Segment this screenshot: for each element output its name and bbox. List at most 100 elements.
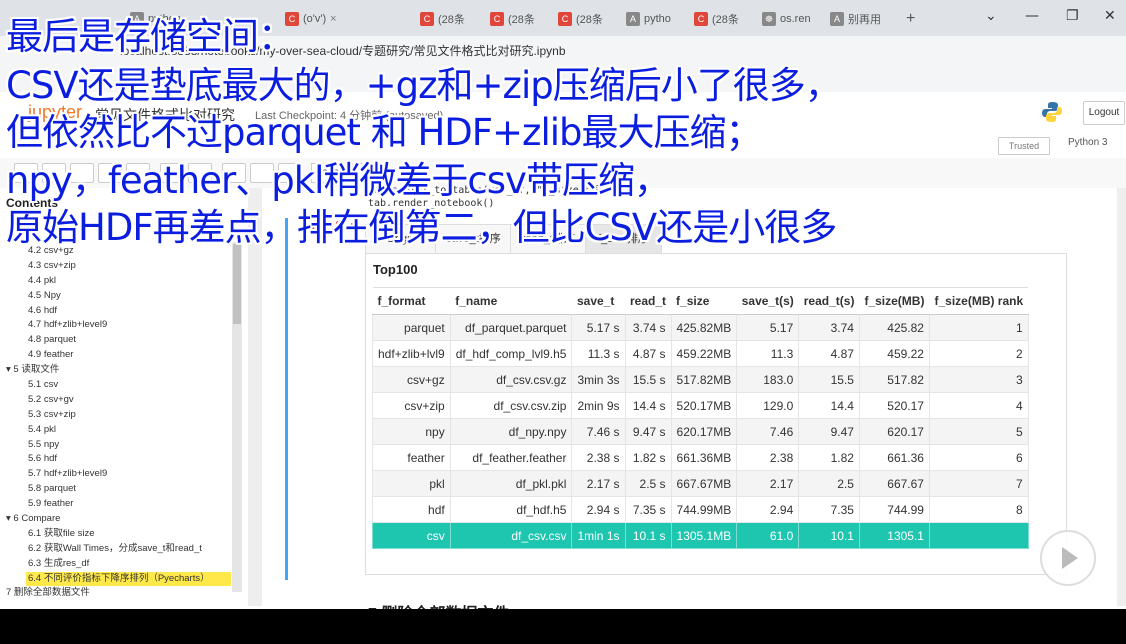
toc-item[interactable]: 5.4 pkl (6, 423, 231, 438)
table-cell: feather (372, 444, 451, 471)
table-cell: 5 (928, 418, 1029, 445)
table-body: parquet df_parquet.parquet 5.17 s 3.74 s 425… (372, 314, 1029, 549)
table-cell: 7 (928, 470, 1029, 497)
toc-item[interactable]: 6.1 获取file size (6, 527, 231, 542)
toc-item[interactable]: 6.3 生成res_df (6, 557, 231, 572)
table-row: parquet df_parquet.parquet 5.17 s 3.74 s 425… (372, 314, 1029, 341)
caption-line: CSV还是垫底最大的，+gz和+zip压缩后小了很多， (6, 64, 842, 107)
toc-item[interactable]: ▾ 6 Compare (6, 512, 231, 527)
tab-favicon-icon: C (558, 12, 572, 26)
toc-item[interactable]: 4.3 csv+zip (6, 259, 231, 274)
toc-item[interactable]: ▾ 5 读取文件 (6, 363, 231, 378)
column-header[interactable]: read_t (625, 287, 672, 315)
caption-line: 最后是存储空间： (6, 15, 295, 58)
table-cell: npy (372, 418, 451, 445)
column-header[interactable]: f_name (450, 287, 572, 315)
new-tab-button[interactable]: + (906, 7, 926, 31)
table-cell: df_pkl.pkl (449, 470, 573, 497)
toc-item[interactable]: 5.2 csv+gv (6, 393, 231, 408)
table-cell: csv+gz (372, 366, 451, 393)
toc-item[interactable]: 4.9 feather (6, 348, 231, 363)
table-cell: 2 (928, 340, 1029, 367)
table-cell: 11.3 s (571, 340, 626, 367)
table-cell: 9.47 (798, 418, 860, 445)
minimize-icon[interactable]: — (1025, 8, 1039, 24)
table-cell: 10.1 s (624, 522, 672, 549)
toc-item[interactable]: 5.7 hdf+zlib+level9 (6, 467, 231, 482)
browser-tab[interactable]: Apytho (626, 7, 686, 31)
toc-item[interactable]: 4.4 pkl (6, 274, 231, 289)
table-cell: 5.17 (736, 314, 800, 341)
close-icon[interactable]: × (330, 13, 336, 25)
toc-item[interactable]: 7 删除全部数据文件 (6, 586, 231, 601)
column-header[interactable]: save_t (571, 287, 625, 315)
maximize-icon[interactable]: ❐ (1066, 8, 1079, 24)
toc-item[interactable]: 4.6 hdf (6, 304, 231, 319)
table-cell: 3 (928, 366, 1029, 393)
selected-cell-indicator (285, 218, 288, 580)
table-cell: 10.1 (798, 522, 860, 549)
toc-item[interactable]: 5.3 csv+zip (6, 408, 231, 423)
table-cell: 667.67MB (670, 470, 738, 497)
table-cell: 459.22 (858, 340, 930, 367)
column-header[interactable]: f_size (671, 287, 737, 315)
table-cell: 2.5 (798, 470, 860, 497)
caption-line: npy，feather、pkl稍微差于csv带压缩， (6, 159, 671, 202)
table-cell: 2.5 s (624, 470, 672, 497)
table-cell: 2.38 s (571, 444, 626, 471)
browser-tab[interactable]: C (28条 (490, 7, 550, 31)
toc-item[interactable]: 5.9 feather (6, 497, 231, 512)
trusted-indicator[interactable]: Trusted (998, 137, 1050, 155)
table-cell: 183.0 (736, 366, 800, 393)
logout-button[interactable]: Logout (1083, 101, 1125, 125)
table-cell: 1 (928, 314, 1029, 341)
column-header[interactable]: save_t(s) (736, 287, 799, 315)
table-cell: 5.17 s (571, 314, 626, 341)
table-cell: 2.94 s (571, 496, 626, 523)
close-window-icon[interactable]: ✕ (1104, 8, 1116, 24)
browser-tab[interactable]: A 别再用 (830, 7, 890, 31)
table-cell: 2.94 (736, 496, 800, 523)
tab-favicon-icon: C (420, 12, 434, 26)
toc-item[interactable]: 6.2 获取Wall Times，分成save_t和read_t (6, 542, 231, 557)
table-cell: 425.82 (858, 314, 930, 341)
table-cell: 14.4 s (624, 392, 672, 419)
toc-item[interactable]: 6.4 不同评价指标下降序排列（Pyecharts） (26, 571, 231, 587)
toc-item[interactable]: 4.5 Npy (6, 289, 231, 304)
table-cell: 1.82 s (624, 444, 672, 471)
browser-tab[interactable]: C (28条 (420, 7, 480, 31)
browser-tab[interactable]: C (o'v') × (285, 7, 405, 31)
browser-tab[interactable]: ☸ os.ren (762, 7, 822, 31)
table-row: feather df_feather.feather 2.38 s 1.82 s 661… (372, 444, 1029, 471)
tab-favicon-icon: C (694, 12, 708, 26)
tab-list-icon[interactable]: ⌄ (985, 8, 997, 24)
toc-item[interactable]: 5.8 parquet (6, 482, 231, 497)
table-cell: 6 (928, 444, 1029, 471)
column-header[interactable]: read_t(s) (798, 287, 860, 315)
toc-item[interactable]: 4.7 hdf+zlib+level9 (6, 318, 231, 333)
table-cell: 8 (928, 496, 1029, 523)
table-cell: pkl (372, 470, 451, 497)
column-header[interactable]: f_size(MB) (859, 287, 930, 315)
table-cell: 517.82 (858, 366, 930, 393)
toc-item[interactable]: 4.8 parquet (6, 333, 231, 348)
sidebar-scrollbar[interactable] (232, 242, 242, 592)
browser-tab[interactable]: C (28条 (694, 7, 754, 31)
column-header[interactable]: f_format (372, 287, 451, 315)
column-header[interactable]: f_size(MB) rank (929, 287, 1029, 315)
table-cell: 520.17 (858, 392, 930, 419)
table-cell: 7.46 (736, 418, 800, 445)
table-cell: 517.82MB (670, 366, 738, 393)
toc-item[interactable]: 5.6 hdf (6, 452, 231, 467)
table-header-row: f_format f_name save_t read_t f_size save_t(s… (372, 287, 1029, 315)
caption-line: 但依然比不过parquet 和 HDF+zlib最大压缩； (6, 111, 763, 154)
table-cell: 2.38 (736, 444, 800, 471)
table-row: csv+gz df_csv.csv.gz 3min 3s 15.5 s 517.82MB… (372, 366, 1029, 393)
toc-item[interactable]: 5.1 csv (6, 378, 231, 393)
table-cell: 661.36MB (670, 444, 738, 471)
toc-item[interactable]: 5.5 npy (6, 438, 231, 453)
play-icon[interactable] (1040, 530, 1096, 586)
browser-tab[interactable]: C (28条 (558, 7, 618, 31)
scrollbar-thumb[interactable] (233, 244, 241, 324)
table-cell: df_parquet.parquet (449, 314, 573, 341)
